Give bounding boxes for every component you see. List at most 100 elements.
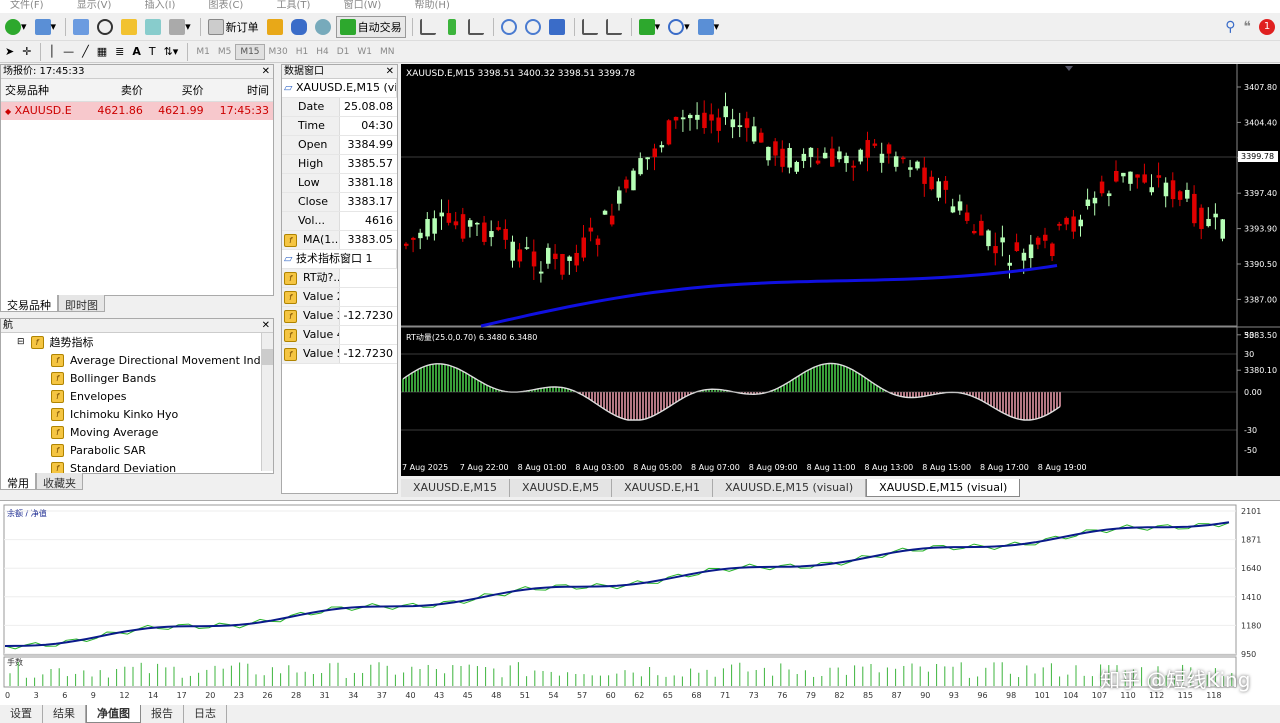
line-chart-button[interactable] <box>465 16 487 38</box>
tab-results[interactable]: 结果 <box>43 705 86 723</box>
nav-item-bollinger[interactable]: f Bollinger Bands <box>51 369 273 387</box>
candle-chart-button[interactable] <box>441 16 463 38</box>
tab-journal[interactable]: 日志 <box>184 705 227 723</box>
candle-body <box>404 243 409 246</box>
menu-tools[interactable]: 工具(T) <box>277 0 311 11</box>
nav-item-ma[interactable]: f Moving Average <box>51 423 273 441</box>
navigator-button[interactable] <box>94 16 116 38</box>
menu-file[interactable]: 文件(F) <box>10 0 44 11</box>
market-watch-button[interactable] <box>70 16 92 38</box>
menu-help[interactable]: 帮助(H) <box>415 0 450 11</box>
label-button[interactable]: T <box>146 41 159 63</box>
bar-chart-button[interactable] <box>417 16 439 38</box>
cursor-button[interactable]: ➤ <box>2 41 17 63</box>
equity-x-label: 12 <box>119 691 129 700</box>
nav-item-ichimoku[interactable]: f Ichimoku Kinko Hyo <box>51 405 273 423</box>
new-chart-button[interactable]: ▾ <box>2 16 30 38</box>
tab-settings[interactable]: 设置 <box>0 705 43 723</box>
text-button[interactable]: A <box>129 41 144 63</box>
database-button[interactable] <box>288 16 310 38</box>
chart-tab[interactable]: XAUUSD.E,H1 <box>612 479 713 497</box>
bid-cell: 4621.86 <box>85 101 147 120</box>
menu-chart[interactable]: 图表(C) <box>209 0 244 11</box>
tab-common[interactable]: 常用 <box>0 473 36 490</box>
chat-button[interactable]: ❝ <box>1240 16 1254 38</box>
channel-button[interactable]: ▦ <box>94 41 110 63</box>
tab-report[interactable]: 报告 <box>141 705 184 723</box>
col-symbol[interactable]: 交易品种 <box>1 79 86 102</box>
timeframe-h1[interactable]: H1 <box>292 45 313 59</box>
tile-windows-button[interactable] <box>546 16 568 38</box>
col-ask[interactable]: 买价 <box>146 79 208 102</box>
arrows-button[interactable]: ⇅▾ <box>161 41 182 63</box>
col-bid[interactable]: 卖价 <box>85 79 147 102</box>
horizontal-line-button[interactable]: — <box>60 41 77 63</box>
signal-button[interactable] <box>312 16 334 38</box>
list-item: f RT动?.. <box>282 269 397 288</box>
candle-body <box>538 271 544 274</box>
tab-symbols[interactable]: 交易品种 <box>0 295 58 312</box>
crosshair-target-icon <box>97 18 114 35</box>
time-tick-label: 8 Aug 17:00 <box>980 463 1029 472</box>
col-time[interactable]: 时间 <box>207 79 273 102</box>
chart-tab[interactable]: XAUUSD.E,M15 (visual) <box>712 479 867 497</box>
nav-item-adx[interactable]: f Average Directional Movement Inde <box>51 351 273 369</box>
zoom-out-button[interactable] <box>522 16 544 38</box>
tab-equity[interactable]: 净值图 <box>86 705 141 723</box>
equity-y-label: 1871 <box>1241 536 1261 545</box>
nav-item-sar[interactable]: f Parabolic SAR <box>51 441 273 459</box>
close-icon[interactable]: ✕ <box>386 65 394 78</box>
auto-trading-button[interactable]: 自动交易 <box>335 15 406 38</box>
trendline-button[interactable]: ╱ <box>79 41 92 63</box>
timeframe-d1[interactable]: D1 <box>333 45 354 59</box>
periods-button[interactable]: ▾ <box>665 16 693 38</box>
timeframe-m15[interactable]: M15 <box>235 43 265 60</box>
candle-body <box>943 180 949 190</box>
templates-button[interactable]: ▾ <box>695 16 723 38</box>
menu-window[interactable]: 窗口(W) <box>344 0 382 11</box>
timeframe-m30[interactable]: M30 <box>265 45 292 59</box>
vertical-line-button[interactable]: │ <box>45 41 58 63</box>
tester-button[interactable]: ▾ <box>166 16 194 38</box>
menu-view[interactable]: 显示(V) <box>77 0 112 11</box>
crosshair-button[interactable]: ✛ <box>19 41 34 63</box>
close-icon[interactable]: ✕ <box>262 65 270 78</box>
notification-button[interactable]: 1 <box>1256 16 1278 38</box>
table-row[interactable]: ◆ XAUUSD.E 4621.86 4621.99 17:45:33 <box>1 101 273 120</box>
price-chart[interactable]: XAUUSD.E,M15 3398.51 3400.32 3398.51 339… <box>401 64 1280 476</box>
collapse-icon[interactable]: ⊟ <box>17 337 25 347</box>
chart-tab[interactable]: XAUUSD.E,M15 <box>401 479 511 497</box>
menu-insert[interactable]: 插入(I) <box>145 0 176 11</box>
close-icon[interactable]: ✕ <box>262 319 270 332</box>
favorites-button[interactable] <box>118 16 140 38</box>
chart-shift-button[interactable] <box>603 16 625 38</box>
chart-tab[interactable]: XAUUSD.E,M5 <box>510 479 613 497</box>
indicators-button[interactable]: ▾ <box>636 16 664 38</box>
search-button[interactable]: ⚲ <box>1222 16 1238 38</box>
timeframe-w1[interactable]: W1 <box>353 45 376 59</box>
nav-folder-trend[interactable]: ⊟ f 趋势指标 <box>17 333 273 351</box>
chart-tab-active[interactable]: XAUUSD.E,M15 (visual) <box>866 479 1021 497</box>
candle-body <box>979 220 984 236</box>
chart-canvas[interactable]: XAUUSD.E,M15 3398.51 3400.32 3398.51 339… <box>401 64 1280 476</box>
timeframe-m5[interactable]: M5 <box>214 45 236 59</box>
new-order-button[interactable]: 新订单 <box>205 16 262 38</box>
tab-favorites[interactable]: 收藏夹 <box>36 473 83 490</box>
scroll-chart-button[interactable] <box>579 16 601 38</box>
terminal-button[interactable] <box>142 16 164 38</box>
nav-item-stddev[interactable]: f Standard Deviation <box>51 459 273 473</box>
timeframe-m1[interactable]: M1 <box>192 45 214 59</box>
candle-body <box>609 215 615 225</box>
timeframe-mn[interactable]: MN <box>376 45 399 59</box>
zoom-in-button[interactable] <box>498 16 520 38</box>
gold-button[interactable] <box>264 16 286 38</box>
list-item: Time 04:30 <box>282 117 397 136</box>
fibonacci-button[interactable]: ≣ <box>112 41 127 63</box>
profiles-button[interactable]: ▾ <box>32 16 60 38</box>
equity-chart[interactable]: 余额 / 净值 手数 2101 1871 1640 1410 1180 950 0 3 6 9 1… <box>0 501 1280 706</box>
equity-x-label: 71 <box>720 691 730 700</box>
timeframe-h4[interactable]: H4 <box>312 45 333 59</box>
navigator-scrollbar[interactable] <box>261 333 273 471</box>
tab-tick-chart[interactable]: 即时图 <box>58 295 105 312</box>
nav-item-envelopes[interactable]: f Envelopes <box>51 387 273 405</box>
